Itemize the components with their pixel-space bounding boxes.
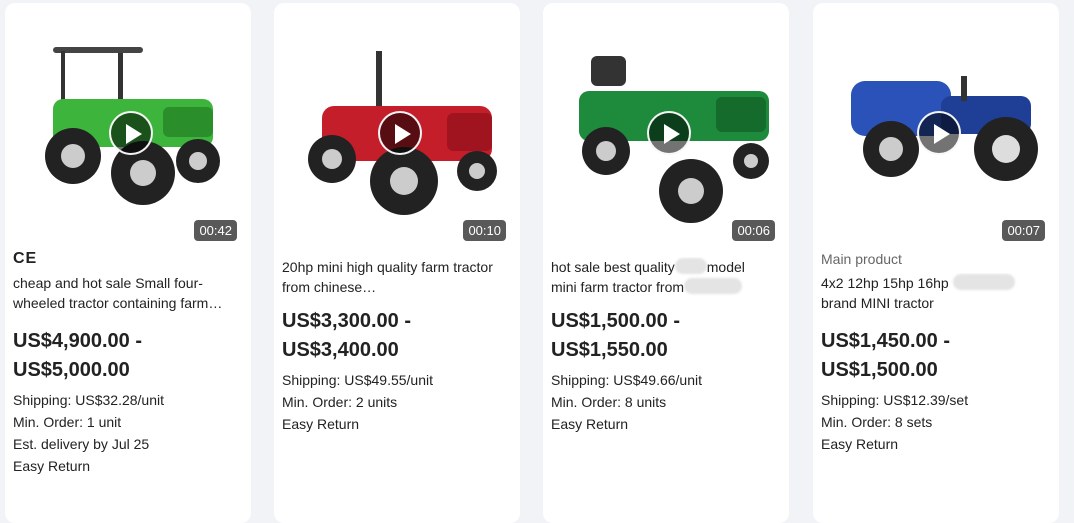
min-order: Min. Order: 8 sets bbox=[821, 414, 933, 430]
price-min: US$1,450.00 - bbox=[821, 330, 950, 352]
min-order: Min. Order: 8 units bbox=[551, 394, 667, 410]
video-duration: 00:42 bbox=[194, 220, 237, 241]
main-product-tag: Main product bbox=[821, 251, 902, 267]
video-duration: 00:07 bbox=[1002, 220, 1045, 241]
product-info: Main product 4x2 12hp 15hp 16hp brand MI… bbox=[821, 249, 1051, 455]
easy-return-label: Easy Return bbox=[282, 416, 360, 432]
product-price: US$3,300.00 - US$3,400.00 bbox=[282, 307, 512, 365]
product-title[interactable]: 20hp mini high quality farm tractor from… bbox=[282, 257, 512, 297]
product-card[interactable]: 00:10 20hp mini high quality farm tracto… bbox=[274, 3, 520, 523]
product-price: US$1,450.00 - US$1,500.00 bbox=[821, 327, 1051, 385]
price-max: US$5,000.00 bbox=[13, 359, 130, 381]
price-max: US$1,500.00 bbox=[821, 359, 938, 381]
product-title-part: hot sale best quality bbox=[551, 259, 675, 275]
easy-return-label: Easy Return bbox=[821, 436, 899, 452]
video-duration: 00:10 bbox=[463, 220, 506, 241]
redacted-text bbox=[674, 258, 707, 274]
price-min: US$1,500.00 - bbox=[551, 310, 680, 332]
price-min: US$4,900.00 - bbox=[13, 330, 142, 352]
play-video-icon[interactable] bbox=[109, 111, 153, 155]
product-video-thumbnail[interactable]: 00:42 bbox=[13, 11, 243, 245]
product-card[interactable]: 00:06 hot sale best quality model mini fa… bbox=[543, 3, 789, 523]
product-video-thumbnail[interactable]: 00:10 bbox=[282, 11, 512, 245]
min-order: Min. Order: 2 units bbox=[282, 394, 398, 410]
price-max: US$3,400.00 bbox=[282, 339, 399, 361]
product-title-part: model bbox=[706, 259, 745, 275]
product-title-part: brand MINI tractor bbox=[821, 295, 934, 311]
product-grid: 00:42 CE cheap and hot sale Small four-w… bbox=[0, 0, 1074, 523]
play-video-icon[interactable] bbox=[378, 111, 422, 155]
product-video-thumbnail[interactable]: 00:07 bbox=[821, 11, 1051, 245]
product-info: hot sale best quality model mini farm tra… bbox=[551, 249, 781, 435]
shipping-cost: Shipping: US$12.39/set bbox=[821, 392, 969, 408]
estimated-delivery: Est. delivery by Jul 25 bbox=[13, 436, 150, 452]
play-video-icon[interactable] bbox=[917, 111, 961, 155]
redacted-text bbox=[952, 274, 1015, 290]
shipping-cost: Shipping: US$32.28/unit bbox=[13, 392, 164, 408]
product-info: CE cheap and hot sale Small four-wheeled… bbox=[13, 249, 243, 477]
product-title-part: 4x2 12hp 15hp 16hp bbox=[821, 275, 949, 291]
product-title[interactable]: hot sale best quality model mini farm tra… bbox=[551, 257, 781, 297]
product-title[interactable]: 4x2 12hp 15hp 16hp brand MINI tractor bbox=[821, 273, 1051, 313]
play-video-icon[interactable] bbox=[647, 111, 691, 155]
product-card[interactable]: 00:07 Main product 4x2 12hp 15hp 16hp br… bbox=[813, 3, 1059, 523]
product-price: US$4,900.00 - US$5,000.00 bbox=[13, 327, 243, 385]
video-duration: 00:06 bbox=[732, 220, 775, 241]
easy-return-label: Easy Return bbox=[13, 458, 91, 474]
easy-return-label: Easy Return bbox=[551, 416, 629, 432]
shipping-cost: Shipping: US$49.66/unit bbox=[551, 372, 702, 388]
redacted-text bbox=[684, 278, 743, 294]
product-video-thumbnail[interactable]: 00:06 bbox=[551, 11, 781, 245]
product-card[interactable]: 00:42 CE cheap and hot sale Small four-w… bbox=[5, 3, 251, 523]
price-max: US$1,550.00 bbox=[551, 339, 668, 361]
price-min: US$3,300.00 - bbox=[282, 310, 411, 332]
product-info: 20hp mini high quality farm tractor from… bbox=[282, 249, 512, 435]
min-order: Min. Order: 1 unit bbox=[13, 414, 122, 430]
shipping-cost: Shipping: US$49.55/unit bbox=[282, 372, 433, 388]
product-title-part: mini farm tractor from bbox=[551, 279, 685, 295]
product-price: US$1,500.00 - US$1,550.00 bbox=[551, 307, 781, 365]
ce-certification-badge: CE bbox=[13, 250, 38, 267]
product-title[interactable]: cheap and hot sale Small four-wheeled tr… bbox=[13, 273, 243, 313]
